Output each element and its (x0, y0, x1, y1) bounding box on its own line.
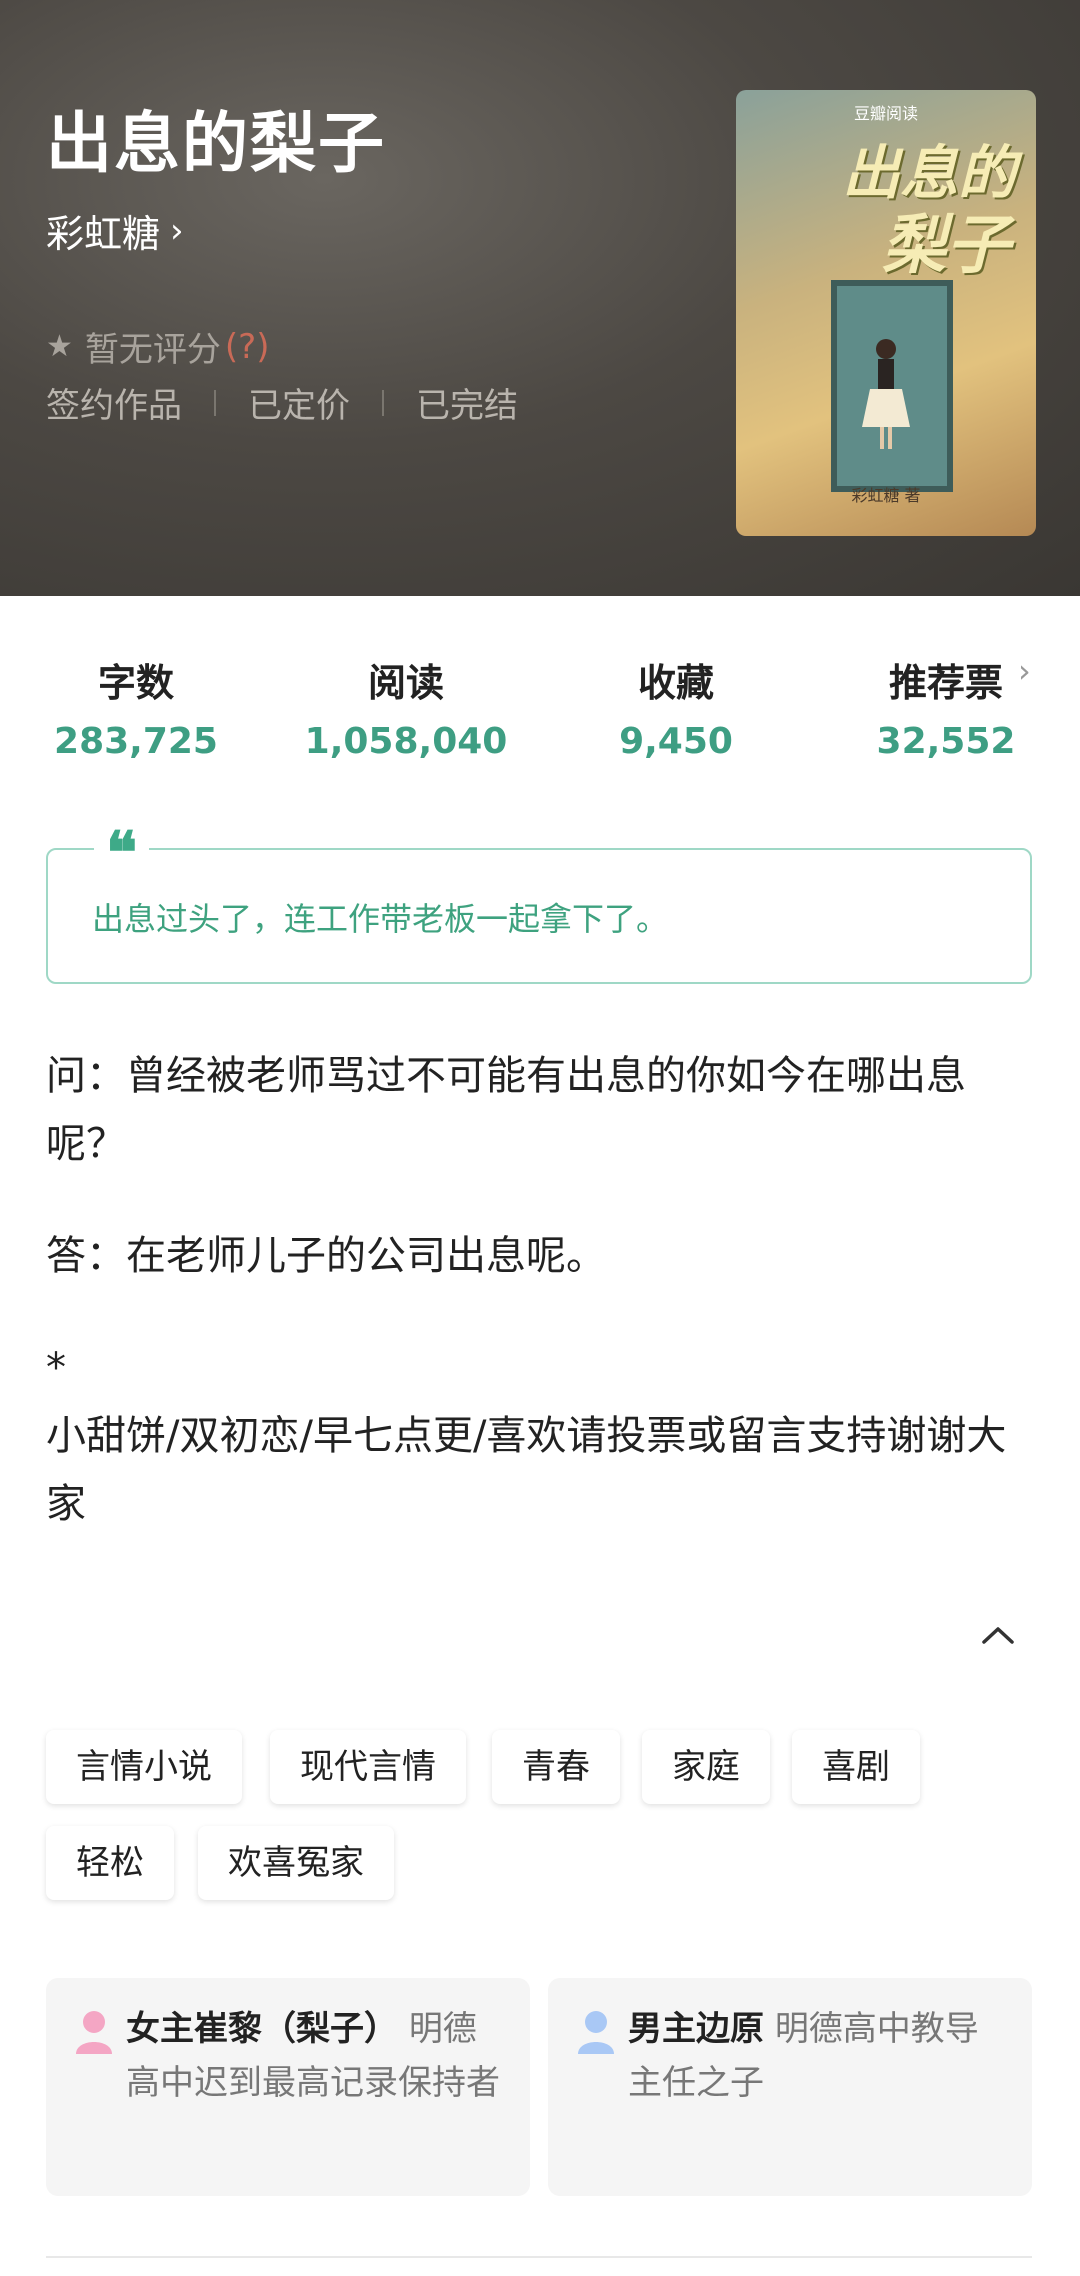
author-name: 彩虹糖 (46, 212, 161, 256)
rating-row: ★ 暂无评分 (?) (46, 322, 273, 371)
star-icon: ★ (46, 329, 73, 364)
description-question: 问：曾经被老师骂过不可能有出息的你如今在哪出息呢？ (46, 1053, 966, 1167)
character-name: 男主边原 (628, 2009, 764, 2049)
rating-help-icon[interactable]: (?) (225, 327, 270, 367)
character-info: 男主边原 明德高中教导主任之子 (628, 2002, 1008, 2110)
stat-reads: 阅读 1,058,040 (276, 652, 536, 762)
rating-text: 暂无评分 (84, 330, 221, 370)
character-card[interactable]: 女主崔黎（梨子） 明德高中迟到最高记录保持者 (46, 1978, 530, 2196)
stat-label: 收藏 (637, 661, 714, 705)
tag-chip[interactable]: 现代言情 (270, 1730, 466, 1804)
character-name: 女主崔黎（梨子） (126, 2009, 398, 2049)
character-list: 女主崔黎（梨子） 明德高中迟到最高记录保持者 男主边原 明德高中教导主任之子 (46, 1978, 1032, 2196)
tag-chip[interactable]: 喜剧 (792, 1730, 920, 1804)
section-divider (46, 2256, 1032, 2258)
chevron-right-icon: › (170, 210, 184, 251)
book-meta: 签约作品 已定价 已完结 (46, 378, 518, 427)
stat-word-count: 字数 283,725 (6, 652, 266, 762)
chevron-up-icon[interactable] (980, 1610, 1016, 1656)
cover-illustration-girl (862, 339, 910, 449)
book-description: 问：曾经被老师骂过不可能有出息的你如今在哪出息呢？ 答：在老师儿子的公司出息呢。… (46, 1042, 1036, 1538)
cover-title-line2: 梨子 (882, 209, 1010, 283)
stat-label: 字数 (97, 661, 174, 705)
book-title: 出息的梨子 (46, 105, 386, 182)
meta-signed: 签约作品 (46, 386, 182, 426)
stat-label: 阅读 (367, 661, 444, 705)
stat-recommend-votes[interactable]: 推荐票 32,552 (816, 652, 1076, 762)
stats-bar: 字数 283,725 阅读 1,058,040 收藏 9,450 推荐票 32,… (0, 652, 1080, 772)
tag-chip[interactable]: 言情小说 (46, 1730, 242, 1804)
person-icon (76, 2011, 112, 2054)
author-link[interactable]: 彩虹糖 › (46, 203, 184, 258)
meta-finished: 已完结 (416, 386, 518, 426)
description-separator: * (46, 1345, 66, 1391)
stat-label: 推荐票 (888, 661, 1003, 705)
quote-icon: ❝ (94, 824, 150, 882)
tagline-text: 出息过头了，连工作带老板一起拿下了。 (92, 900, 669, 938)
stat-value: 283,725 (54, 721, 218, 762)
stat-favorites: 收藏 9,450 (546, 652, 806, 762)
meta-priced: 已定价 (248, 386, 350, 426)
person-icon (578, 2011, 614, 2054)
cover-author: 彩虹糖 著 (851, 486, 921, 505)
book-header: 出息的梨子 彩虹糖 › ★ 暂无评分 (?) 签约作品 已定价 已完结 豆瓣阅读… (0, 0, 1080, 596)
cover-brand: 豆瓣阅读 (853, 104, 918, 123)
chevron-right-icon[interactable]: › (1018, 652, 1031, 690)
meta-divider (382, 389, 384, 416)
tag-chip[interactable]: 轻松 (46, 1826, 174, 1900)
meta-divider (214, 389, 216, 416)
character-card[interactable]: 男主边原 明德高中教导主任之子 (548, 1978, 1032, 2196)
stat-value: 32,552 (876, 721, 1016, 762)
tagline-quote: ❝ 出息过头了，连工作带老板一起拿下了。 (46, 824, 1032, 984)
book-cover[interactable]: 豆瓣阅读 出息的 梨子 彩虹糖 著 (736, 90, 1036, 536)
description-answer: 答：在老师儿子的公司出息呢。 (46, 1233, 606, 1279)
tag-chip[interactable]: 青春 (492, 1730, 620, 1804)
character-info: 女主崔黎（梨子） 明德高中迟到最高记录保持者 (126, 2002, 506, 2110)
tag-chip[interactable]: 欢喜冤家 (198, 1826, 394, 1900)
tag-chip[interactable]: 家庭 (642, 1730, 770, 1804)
description-note: 小甜饼/双初恋/早七点更/喜欢请投票或留言支持谢谢大家 (46, 1413, 1007, 1527)
stat-value: 9,450 (619, 721, 733, 762)
stat-value: 1,058,040 (304, 721, 508, 762)
